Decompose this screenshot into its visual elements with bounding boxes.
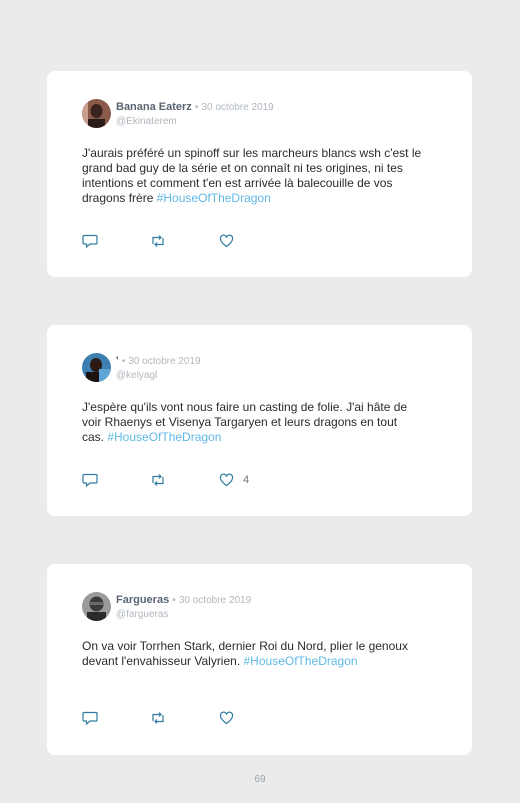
author-handle[interactable]: @fargueras bbox=[116, 608, 251, 621]
tweet-header: Fargueras • 30 octobre 2019 @fargueras bbox=[116, 594, 251, 621]
author-handle[interactable]: @Ekinaterem bbox=[116, 115, 274, 128]
tweet-text: J'aurais préféré un spinoff sur les marc… bbox=[82, 146, 422, 206]
separator: • bbox=[194, 102, 199, 113]
reply-icon[interactable] bbox=[82, 711, 98, 725]
like-icon[interactable] bbox=[219, 234, 234, 248]
tweet-text: On va voir Torrhen Stark, dernier Roi du… bbox=[82, 639, 422, 669]
like-count: 4 bbox=[243, 474, 250, 486]
tweet-card: Fargueras • 30 octobre 2019 @fargueras O… bbox=[47, 564, 472, 755]
tweet-card: Banana Eaterz • 30 octobre 2019 @Ekinate… bbox=[47, 71, 472, 277]
hashtag-link[interactable]: #HouseOfTheDragon bbox=[157, 191, 271, 205]
page-number: 69 bbox=[254, 774, 266, 785]
tweet-text: J'espère qu'ils vont nous faire un casti… bbox=[82, 400, 422, 445]
tweet-header: ' • 30 octobre 2019 @kelyagl bbox=[116, 355, 201, 382]
hashtag-link[interactable]: #HouseOfTheDragon bbox=[107, 430, 221, 444]
tweet-date[interactable]: 30 octobre 2019 bbox=[179, 595, 251, 606]
author-name[interactable]: ' bbox=[116, 355, 119, 367]
retweet-icon[interactable] bbox=[150, 711, 166, 725]
avatar[interactable] bbox=[82, 353, 111, 382]
author-handle[interactable]: @kelyagl bbox=[116, 369, 201, 382]
reply-icon[interactable] bbox=[82, 234, 98, 248]
author-name[interactable]: Fargueras bbox=[116, 594, 169, 606]
tweet-date[interactable]: 30 octobre 2019 bbox=[128, 356, 200, 367]
tweet-card: ' • 30 octobre 2019 @kelyagl J'espère qu… bbox=[47, 325, 472, 516]
separator: • bbox=[121, 356, 126, 367]
like-icon[interactable] bbox=[219, 473, 234, 487]
separator: • bbox=[172, 595, 176, 606]
tweet-date[interactable]: 30 octobre 2019 bbox=[201, 102, 273, 113]
author-name[interactable]: Banana Eaterz bbox=[116, 101, 192, 113]
reply-icon[interactable] bbox=[82, 473, 98, 487]
like-icon[interactable] bbox=[219, 711, 234, 725]
hashtag-link[interactable]: #HouseOfTheDragon bbox=[244, 654, 358, 668]
tweet-header: Banana Eaterz • 30 octobre 2019 @Ekinate… bbox=[116, 101, 274, 128]
avatar[interactable] bbox=[82, 99, 111, 128]
avatar[interactable] bbox=[82, 592, 111, 621]
retweet-icon[interactable] bbox=[150, 234, 166, 248]
retweet-icon[interactable] bbox=[150, 473, 166, 487]
